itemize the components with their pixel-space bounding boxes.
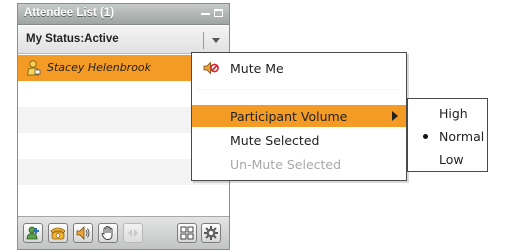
status-divider	[203, 32, 204, 49]
attendee-toolbar	[18, 216, 229, 249]
chevron-down-icon[interactable]	[212, 38, 220, 43]
participant-volume-submenu: High Normal Low	[407, 98, 488, 172]
my-status-dropdown[interactable]: My Status:Active	[18, 26, 229, 54]
disabled-arrows-icon	[123, 223, 143, 243]
telephone-icon[interactable]	[48, 223, 68, 243]
minimize-icon[interactable]	[201, 13, 210, 15]
selected-dot-icon	[423, 134, 428, 139]
attendee-name: Stacey Helenbrook	[47, 61, 152, 74]
panel-title: Attendee List (1)	[24, 7, 115, 19]
menu-item-participant-volume[interactable]: Participant Volume	[192, 105, 406, 127]
maximize-icon[interactable]	[214, 9, 223, 17]
submenu-item-low[interactable]: Low	[408, 148, 487, 170]
speaker-volume-icon[interactable]	[73, 223, 93, 243]
menu-label-unmute-selected: Un-Mute Selected	[230, 157, 342, 172]
attendee-context-menu: Mute Me Participant Volume Mute Selected…	[191, 52, 407, 181]
settings-gear-icon[interactable]	[201, 223, 221, 243]
menu-item-unmute-selected: Un-Mute Selected	[192, 153, 406, 175]
menu-item-mute-me[interactable]: Mute Me	[192, 57, 406, 79]
grid-view-icon[interactable]	[177, 223, 197, 243]
submenu-item-high[interactable]: High	[408, 102, 487, 124]
menu-label-mute-selected: Mute Selected	[230, 133, 320, 148]
menu-label-mute-me: Mute Me	[230, 61, 284, 76]
raise-hand-icon[interactable]	[98, 223, 118, 243]
menu-item-mute-selected[interactable]: Mute Selected	[192, 129, 406, 151]
my-status-label: My Status:Active	[26, 33, 119, 45]
empty-row	[18, 185, 229, 211]
presenter-person-icon	[25, 59, 41, 77]
add-person-icon[interactable]	[23, 223, 43, 243]
mute-speaker-icon	[203, 61, 219, 78]
volume-option-label: Normal	[439, 129, 485, 144]
volume-option-label: High	[439, 106, 468, 121]
chevron-right-icon	[392, 111, 398, 121]
menu-separator	[196, 89, 400, 90]
panel-title-bar[interactable]: Attendee List (1)	[18, 4, 229, 25]
menu-label-participant-volume: Participant Volume	[230, 109, 348, 124]
volume-option-label: Low	[439, 152, 464, 167]
submenu-item-normal[interactable]: Normal	[408, 125, 487, 147]
